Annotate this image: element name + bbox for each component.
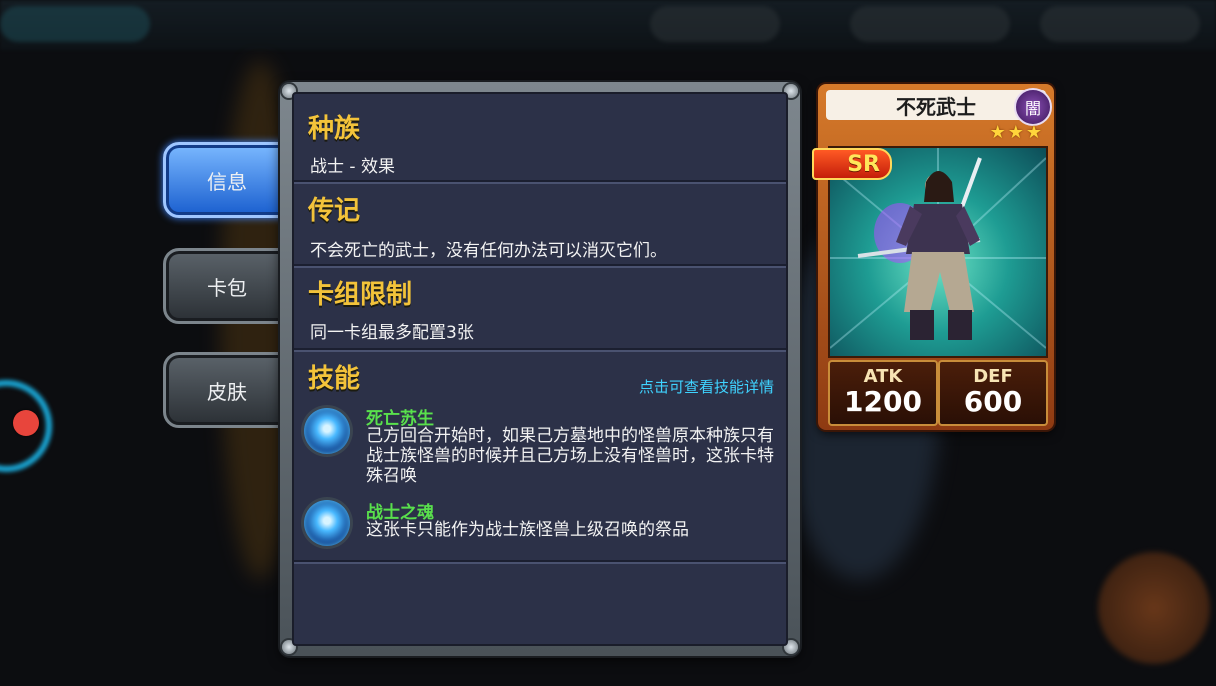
- tab-info-label: 信息: [207, 169, 247, 194]
- section-lore: 传记 不会死亡的武士，没有任何办法可以消灭它们。: [294, 184, 786, 268]
- atk-label: ATK: [863, 366, 903, 387]
- def-box: DEF 600: [938, 360, 1048, 426]
- race-text: 战士 - 效果: [310, 157, 395, 177]
- panel-content: 种族 战士 - 效果 传记 不会死亡的武士，没有任何办法可以消灭它们。 卡组限制…: [292, 92, 788, 646]
- section-skills: 技能 点击可查看技能详情 死亡苏生 己方回合开始时，如果己方墓地中的怪兽原本种族…: [294, 352, 786, 564]
- level-stars: ★ ★ ★: [990, 122, 1042, 143]
- card-info-panel: 种族 战士 - 效果 传记 不会死亡的武士，没有任何办法可以消灭它们。 卡组限制…: [280, 82, 800, 656]
- star-icon: ★: [1007, 122, 1024, 143]
- atk-value: 1200: [844, 385, 922, 418]
- blurred-resource-3: [1040, 6, 1200, 42]
- section-deck-limit: 卡组限制 同一卡组最多配置3张: [294, 268, 786, 352]
- tab-card-pack[interactable]: 卡包: [163, 248, 293, 324]
- skill-description: 己方回合开始时，如果己方墓地中的怪兽原本种族只有战士族怪兽的时候并且己方场上没有…: [366, 426, 774, 486]
- skill-orb-icon[interactable]: [304, 500, 350, 546]
- skill-description: 这张卡只能作为战士族怪兽上级召唤的祭品: [366, 520, 689, 540]
- skill-orb-icon[interactable]: [304, 408, 350, 454]
- deck-limit-text: 同一卡组最多配置3张: [310, 323, 474, 343]
- attribute-dark-icon: 闇: [1014, 88, 1052, 126]
- top-bar-blurred: [0, 0, 1216, 50]
- race-title: 种族: [308, 114, 361, 144]
- lore-text: 不会死亡的武士，没有任何办法可以消灭它们。: [310, 241, 667, 261]
- tab-info[interactable]: 信息: [163, 142, 293, 218]
- lore-title: 传记: [308, 196, 361, 226]
- tab-skin[interactable]: 皮肤: [163, 352, 293, 428]
- blurred-resource-1: [650, 6, 780, 42]
- atk-box: ATK 1200: [828, 360, 938, 426]
- tab-card-pack-label: 卡包: [207, 275, 247, 300]
- blurred-resource-2: [850, 6, 1010, 42]
- tab-skin-label: 皮肤: [207, 379, 247, 404]
- notification-dot: [13, 410, 39, 436]
- def-label: DEF: [973, 366, 1013, 387]
- section-race: 种族 战士 - 效果: [294, 94, 786, 184]
- blurred-back-button: [0, 6, 150, 42]
- card-name: 不死武士: [826, 90, 1046, 120]
- star-icon: ★: [1025, 122, 1042, 143]
- skill-details-link[interactable]: 点击可查看技能详情: [639, 376, 774, 397]
- def-value: 600: [963, 385, 1023, 418]
- skills-title: 技能: [308, 364, 361, 394]
- monster-card[interactable]: 不死武士 闇 ★ ★ ★ SR ATK 1200 DEF 600: [812, 84, 1054, 430]
- star-icon: ★: [989, 122, 1006, 143]
- rarity-badge: SR: [812, 148, 892, 180]
- blurred-action-button: [1098, 552, 1210, 664]
- deck-limit-title: 卡组限制: [308, 280, 413, 310]
